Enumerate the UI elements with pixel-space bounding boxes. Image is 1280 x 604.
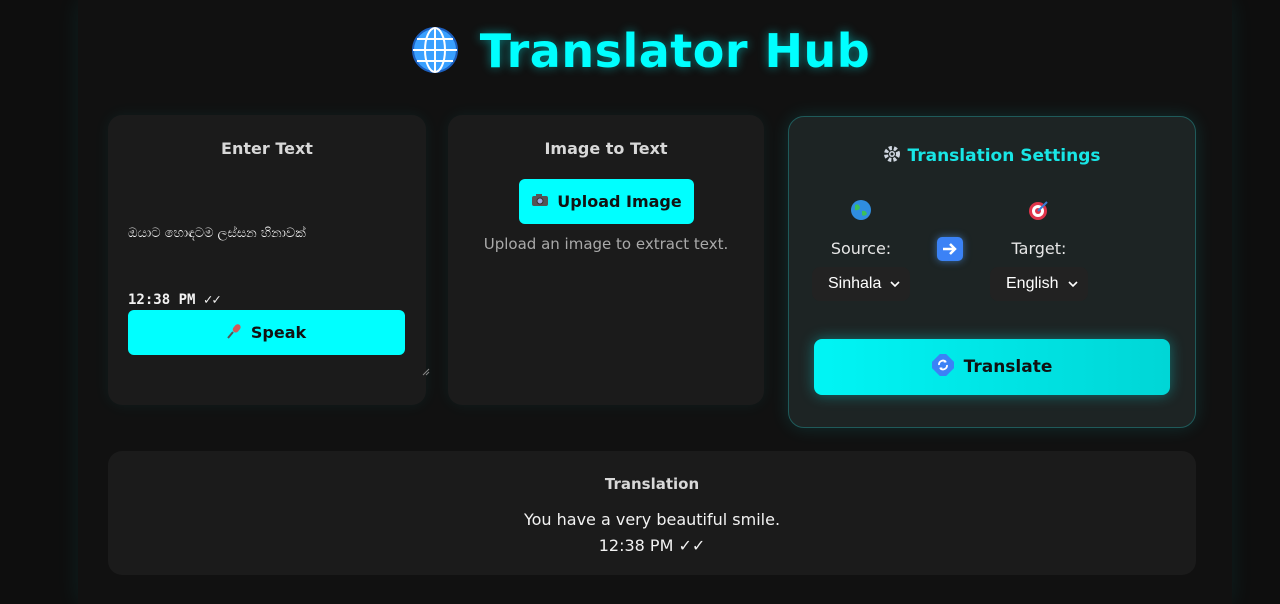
chevron-down-icon	[1068, 275, 1078, 293]
translate-refresh-icon	[930, 352, 956, 381]
app-header: Translator Hub	[0, 24, 1280, 78]
arrow-right-icon	[937, 237, 963, 261]
target-language-select[interactable]: English	[990, 267, 1088, 301]
resize-handle-icon[interactable]	[422, 317, 430, 376]
translation-settings-card: Translation Settings Source: Target: Sin…	[788, 116, 1196, 428]
result-line: You have a very beautiful smile.	[523, 510, 781, 529]
upload-image-label: Upload Image	[557, 192, 682, 211]
source-label: Source:	[830, 239, 892, 258]
image-to-text-card: Image to Text Upload Image Upload an ima…	[448, 115, 764, 405]
translate-button-label: Translate	[963, 357, 1053, 377]
upload-image-button[interactable]: Upload Image	[519, 179, 694, 224]
text-input-field[interactable]: ඔයාට හොඳටම ලස්සන හිනාවක් 12:38 PM ✓✓	[128, 179, 430, 376]
source-language-value: Sinhala	[828, 275, 882, 292]
upload-hint: Upload an image to extract text.	[483, 235, 729, 253]
translate-button[interactable]: Translate	[814, 339, 1170, 395]
gear-icon	[883, 145, 901, 168]
settings-title-label: Translation Settings	[907, 146, 1101, 166]
target-icon	[1028, 199, 1050, 225]
image-to-text-title: Image to Text	[544, 139, 668, 158]
settings-title: Translation Settings	[789, 145, 1195, 168]
input-text-timestamp: 12:38 PM ✓✓	[128, 292, 221, 308]
result-text: You have a very beautiful smile. 12:38 P…	[108, 507, 1196, 559]
target-label: Target:	[1011, 239, 1067, 258]
speak-button-label: Speak	[250, 323, 307, 342]
result-timestamp: 12:38 PM ✓✓	[598, 536, 706, 555]
text-input-title: Enter Text	[221, 139, 313, 158]
globe-icon	[410, 25, 460, 75]
chevron-down-icon	[890, 275, 900, 293]
target-language-value: English	[1006, 275, 1059, 292]
source-language-select[interactable]: Sinhala	[812, 267, 910, 301]
earth-icon	[850, 199, 872, 225]
text-input-card: Enter Text ඔයාට හොඳටම ලස්සන හිනාවක් 12:3…	[108, 115, 430, 405]
result-title: Translation	[604, 475, 700, 493]
camera-icon	[531, 192, 549, 211]
microphone-icon	[227, 323, 243, 343]
translation-result-card: Translation You have a very beautiful sm…	[108, 451, 1196, 575]
speak-button[interactable]: Speak	[128, 310, 405, 355]
input-text-line: ඔයාට හොඳටම ලස්සන හිනාවක්	[128, 226, 306, 241]
app-title: Translator Hub	[479, 24, 871, 78]
